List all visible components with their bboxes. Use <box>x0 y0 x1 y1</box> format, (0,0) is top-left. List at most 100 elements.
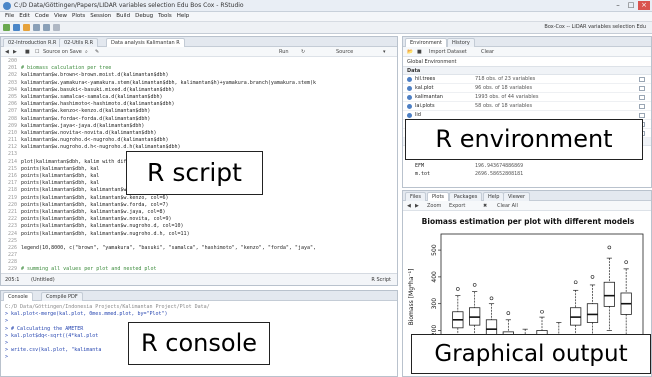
tab-files[interactable]: Files <box>405 192 426 201</box>
graphical-output-label: Graphical output <box>411 334 651 374</box>
next-plot-icon[interactable]: ▶ <box>415 203 419 209</box>
expand-icon[interactable] <box>407 113 412 118</box>
chevron-down-icon[interactable]: ▾ <box>383 49 386 55</box>
print-icon[interactable] <box>53 24 60 31</box>
source-toolbar: ◀ ▶ ■ ☐ Source on Save ⌕ ✎ Run ↻ Source … <box>1 47 397 57</box>
open-file-icon[interactable] <box>23 24 30 31</box>
window-title: C:/D Data/Göttingen/Papers/LIDAR variabl… <box>14 2 244 9</box>
import-dataset-button[interactable]: Import Dataset <box>429 49 467 55</box>
zoom-button[interactable]: Zoom <box>427 203 441 209</box>
source-button[interactable]: Source <box>336 49 353 55</box>
environment-pane: Environment History 📂 ■ Import Dataset C… <box>402 36 652 188</box>
save-all-icon[interactable] <box>43 24 50 31</box>
file-type[interactable]: R Script <box>371 277 391 283</box>
line-number: 210 <box>7 129 17 136</box>
expand-icon[interactable] <box>407 77 412 82</box>
view-data-icon[interactable] <box>639 104 645 109</box>
function-scope[interactable]: (Untitled) <box>31 277 55 283</box>
environment-row[interactable]: kalimantan 1993 obs. of 44 variables <box>403 93 651 102</box>
search-icon[interactable]: ⌕ <box>85 49 88 55</box>
minimize-icon[interactable]: – <box>612 1 624 10</box>
back-icon[interactable]: ◀ <box>5 49 9 55</box>
view-data-icon[interactable] <box>639 86 645 91</box>
forward-icon[interactable]: ▶ <box>13 49 17 55</box>
code-text: kalimantan$w.kenzo<-kenzo.d(kalimantan$d… <box>21 108 151 115</box>
view-data-icon[interactable] <box>639 95 645 100</box>
value-row: EFM 196.943674886869 <box>403 162 651 170</box>
environment-row[interactable]: hil.trees 718 obs. of 23 variables <box>403 75 651 84</box>
tab-environment[interactable]: Environment <box>405 38 447 47</box>
code-line: 205 kalimantan$w.samalca<-samalca.d(kalim… <box>1 94 397 101</box>
code-line: 225 <box>1 238 397 245</box>
line-number: 217 <box>7 180 17 187</box>
expand-icon[interactable] <box>407 86 412 91</box>
console-line: C:/D Data/Göttingen/Indonesia Projects/K… <box>5 304 210 310</box>
view-data-icon[interactable] <box>639 113 645 118</box>
rerun-icon[interactable]: ↻ <box>301 49 305 55</box>
source-on-save-checkbox[interactable]: ☐ <box>35 49 39 55</box>
tab-help[interactable]: Help <box>483 192 505 201</box>
environment-row[interactable]: lai.plots 58 obs. of 18 variables <box>403 102 651 111</box>
menu-item-file[interactable]: File <box>5 13 14 19</box>
value-name: EFM <box>415 163 425 169</box>
source-tabstrip: 02-Introduction R.R 02-Utils R.R Data an… <box>1 37 397 47</box>
line-number: 215 <box>7 165 17 172</box>
new-file-icon[interactable] <box>3 24 10 31</box>
code-text: kalimantan$w.basuki<-basuki.mixed.d(kali… <box>21 86 175 93</box>
code-line: 209 kalimantan$w.jaya<-jaya.d(kalimantan$… <box>1 123 397 130</box>
save-workspace-icon[interactable]: ■ <box>417 49 422 55</box>
code-line: 222 points(kalimantan$dbh, kalimantan$w.n… <box>1 216 397 223</box>
tab-compile-pdf[interactable]: Compile PDF <box>41 292 83 301</box>
chart-title: Biomass estimation per plot with differe… <box>422 217 635 226</box>
save-file-icon[interactable]: ■ <box>25 49 30 55</box>
tab-console[interactable]: Console <box>3 292 33 301</box>
code-line: 221 points(kalimantan$dbh, kalimantan$w.j… <box>1 209 397 216</box>
wand-icon[interactable]: ✎ <box>95 49 99 55</box>
tab-data-analysis-kalimantan[interactable]: Data analysis Kalimantan R <box>106 38 185 47</box>
menu-item-build[interactable]: Build <box>116 13 130 19</box>
run-button[interactable]: Run <box>279 49 289 55</box>
tab-02-introduction[interactable]: 02-Introduction R.R <box>3 38 62 47</box>
environment-scope-selector[interactable]: Global Environment <box>403 57 651 67</box>
tab-plots[interactable]: Plots <box>427 192 450 201</box>
menu-item-edit[interactable]: Edit <box>19 13 30 19</box>
new-project-icon[interactable] <box>13 24 20 31</box>
object-summary: 96 obs. of 18 variables <box>475 85 533 91</box>
tab-packages[interactable]: Packages <box>449 192 483 201</box>
view-data-icon[interactable] <box>639 77 645 82</box>
menu-item-help[interactable]: Help <box>177 13 190 19</box>
load-workspace-icon[interactable]: 📂 <box>407 49 413 55</box>
expand-icon[interactable] <box>407 104 412 109</box>
maximize-icon[interactable]: □ <box>625 1 637 10</box>
outlier-point <box>540 309 544 314</box>
clear-all-button[interactable]: Clear All <box>497 203 518 209</box>
menu-bar: File Edit Code View Plots Session Build Debug To… <box>0 12 652 22</box>
value-name: m.tot <box>415 171 431 177</box>
tab-viewer[interactable]: Viewer <box>503 192 530 201</box>
project-selector[interactable]: Box-Cox -- LiDAR variables selection Edu <box>544 24 646 30</box>
remove-plot-icon[interactable]: ✖ <box>483 203 487 209</box>
menu-item-code[interactable]: Code <box>35 13 49 19</box>
code-line: 208 kalimantan$w.forda<-forda.d(kalimanta… <box>1 116 397 123</box>
code-text: points(kalimantan$dbh, kalimantan$w.nugr… <box>21 230 190 237</box>
line-number: 207 <box>7 108 17 115</box>
export-button[interactable]: Export <box>449 203 465 209</box>
tab-02-utils[interactable]: 02-Utils R.R <box>59 38 99 47</box>
expand-icon[interactable] <box>407 95 412 100</box>
code-text: kalimantan$w.forda<-forda.d(kalimantan$d… <box>21 115 151 122</box>
menu-item-debug[interactable]: Debug <box>135 13 153 19</box>
menu-item-tools[interactable]: Tools <box>158 13 172 19</box>
previous-plot-icon[interactable]: ◀ <box>407 203 411 209</box>
close-icon[interactable]: × <box>638 1 650 10</box>
code-line: 220 points(kalimantan$dbh, kalimantan$w.f… <box>1 202 397 209</box>
code-line: 204 kalimantan$w.basuki<-basuki.mixed.d(k… <box>1 87 397 94</box>
outlier-point <box>472 283 477 287</box>
clear-workspace-button[interactable]: Clear <box>481 49 494 55</box>
environment-row[interactable]: kal.plot 96 obs. of 18 variables <box>403 84 651 93</box>
tab-history[interactable]: History <box>447 38 475 47</box>
menu-item-plots[interactable]: Plots <box>72 13 85 19</box>
menu-item-view[interactable]: View <box>54 13 67 19</box>
menu-item-session[interactable]: Session <box>90 13 111 19</box>
save-icon[interactable] <box>33 24 40 31</box>
source-on-save-label: Source on Save <box>43 49 82 55</box>
